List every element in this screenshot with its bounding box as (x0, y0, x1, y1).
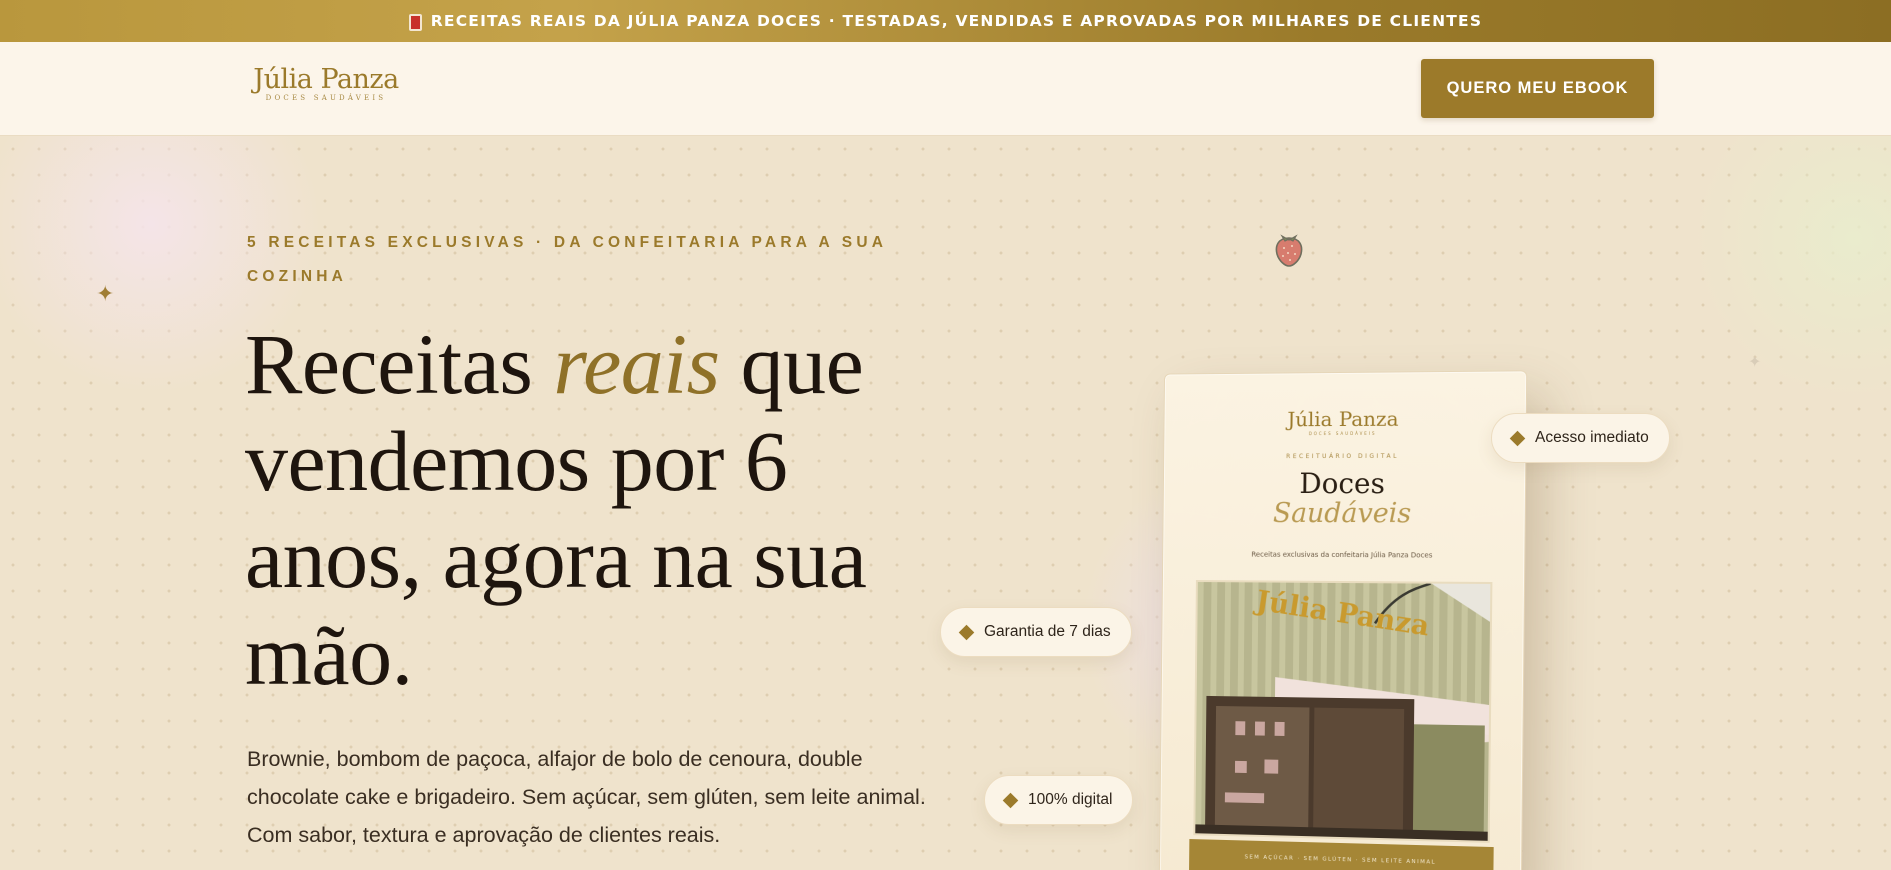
announcement-text: RECEITAS REAIS DA JÚLIA PANZA DOCES · TE… (431, 12, 1482, 30)
diamond-icon (1510, 430, 1526, 446)
site-header: Júlia Panza DOCES SAUDÁVEIS QUERO MEU EB… (0, 42, 1891, 136)
headline-text: Receitas (245, 316, 553, 412)
badge-label: 100% digital (1028, 791, 1112, 809)
storefront-illustration: Júlia Panza (1195, 582, 1492, 843)
badge-guarantee: Garantia de 7 dias (940, 607, 1132, 657)
badge-digital: 100% digital (984, 775, 1133, 825)
ebook-title-accent: Saudáveis (1163, 499, 1524, 530)
logo-tagline: DOCES SAUDÁVEIS (247, 94, 405, 102)
badge-label: Acesso imediato (1535, 429, 1649, 447)
ebook-kicker: RECEITUÁRIO DIGITAL (1164, 452, 1525, 460)
headline-accent: reais (553, 316, 719, 412)
ebook-logo-tagline: DOCES SAUDÁVEIS (1164, 430, 1525, 437)
hero-headline: Receitas reais que vendemos por 6 anos, … (245, 316, 965, 704)
brand-logo[interactable]: Júlia Panza DOCES SAUDÁVEIS (247, 65, 405, 102)
ebook-footer: SEM AÇÚCAR · SEM GLÚTEN · SEM LEITE ANIM… (1189, 839, 1494, 870)
ebook-description: Receitas exclusivas da confeitaria Júlia… (1163, 550, 1524, 560)
hero-eyebrow: 5 RECEITAS EXCLUSIVAS · DA CONFEITARIA P… (247, 226, 927, 294)
sparkle-icon: ✦ (96, 284, 114, 306)
badge-instant-access: Acesso imediato (1491, 413, 1670, 463)
ebook-cover: Júlia Panza DOCES SAUDÁVEIS RECEITUÁRIO … (1159, 370, 1527, 870)
buy-ebook-button[interactable]: QUERO MEU EBOOK (1421, 59, 1654, 118)
hero-section: ✦ ✦ 5 RECEITAS EXCLUSIVAS · DA CONFEITAR… (0, 136, 1891, 870)
announcement-bar: RECEITAS REAIS DA JÚLIA PANZA DOCES · TE… (0, 0, 1891, 42)
strawberry-icon (1272, 230, 1306, 268)
book-icon (409, 14, 422, 31)
diamond-icon (1003, 792, 1019, 808)
hero-description: Brownie, bombom de paçoca, alfajor de bo… (247, 740, 947, 854)
logo-name: Júlia Panza (247, 65, 405, 95)
sparkle-icon: ✦ (1748, 354, 1761, 370)
ebook-title: Doces (1164, 469, 1525, 499)
diamond-icon (959, 624, 975, 640)
ebook-logo: Júlia Panza (1164, 406, 1525, 432)
badge-label: Garantia de 7 dias (984, 623, 1111, 641)
storefront-photo: Júlia Panza (1193, 580, 1492, 843)
